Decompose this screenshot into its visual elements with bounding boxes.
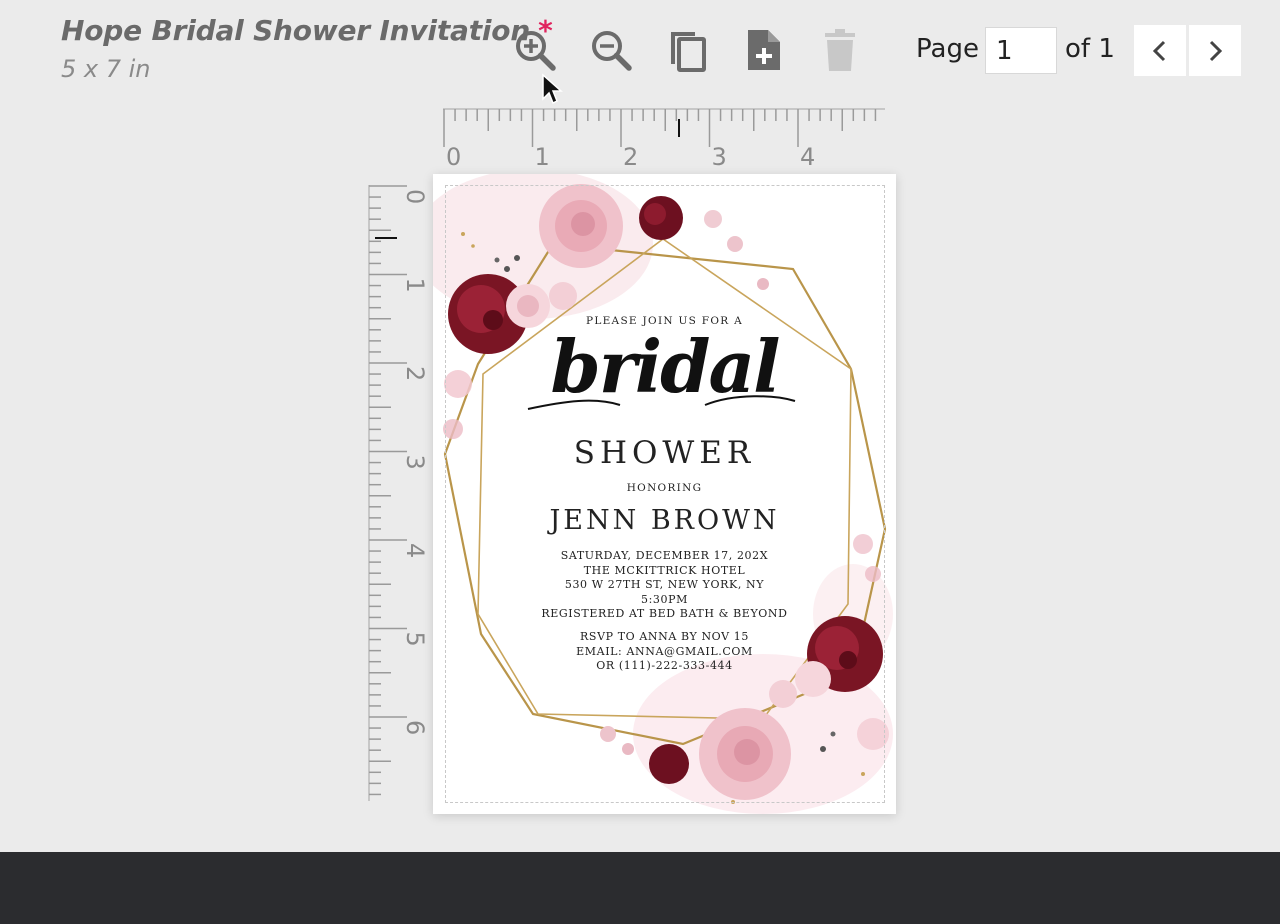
ruler-label: 4 [401, 543, 429, 558]
trash-icon [825, 29, 855, 71]
document-title: Hope Bridal Shower Invitation * [61, 14, 553, 47]
zoom-in-icon [516, 31, 556, 71]
event-registry: REGISTERED AT BED BATH & BEYOND [541, 607, 788, 620]
mouse-cursor-icon [542, 73, 563, 105]
event-time: 5:30PM [641, 592, 688, 606]
document-size: 5 x 7 in [61, 55, 151, 83]
ruler-label: 1 [401, 278, 429, 293]
honoree-name[interactable]: JENN BROWN [433, 505, 896, 536]
ruler-label: 2 [401, 366, 429, 381]
ruler-label: 3 [401, 455, 429, 470]
ruler-label: 1 [535, 143, 550, 171]
rsvp-email: EMAIL: ANNA@GMAIL.COM [576, 644, 753, 658]
next-page-button[interactable] [1189, 25, 1241, 76]
zoom-out-button[interactable] [587, 26, 635, 74]
duplicate-icon [671, 32, 706, 72]
invitation-honoring[interactable]: HONORING [433, 482, 896, 494]
ruler-label: 5 [401, 632, 429, 647]
vertical-ruler: 0 1 2 3 4 5 6 [367, 185, 433, 801]
add-page-button[interactable] [740, 26, 788, 74]
ruler-label: 0 [446, 143, 461, 171]
ruler-label: 0 [401, 189, 429, 204]
invitation-canvas[interactable]: PLEASE JOIN US FOR A bridal SHOWER HONOR… [433, 174, 896, 814]
rsvp-phone: OR (111)-222-333-444 [596, 659, 733, 672]
page-count: of 1 [1065, 34, 1115, 64]
document-title-text: Hope Bridal Shower Invitation [61, 14, 531, 47]
delete-page-button[interactable] [816, 26, 864, 74]
floral-artwork [433, 174, 893, 814]
chevron-left-icon [1152, 40, 1166, 61]
zoom-in-button[interactable] [511, 26, 559, 74]
event-date: SATURDAY, DECEMBER 17, 202X [560, 549, 769, 562]
bottom-panel [0, 852, 1280, 924]
zoom-out-icon [592, 31, 632, 71]
add-page-icon [748, 30, 780, 70]
event-address: 530 W 27TH ST, NEW YORK, NY [564, 578, 765, 591]
rsvp-deadline: RSVP TO ANNA BY NOV 15 [580, 630, 749, 643]
previous-page-button[interactable] [1134, 25, 1186, 76]
invitation-event[interactable]: SHOWER [433, 435, 896, 471]
ruler-label: 3 [712, 143, 727, 171]
horizontal-ruler: 0 1 2 3 4 [443, 107, 885, 173]
event-details[interactable]: SATURDAY, DECEMBER 17, 202X THE MCKITTRI… [433, 549, 896, 622]
ruler-label: 6 [401, 720, 429, 735]
duplicate-page-button[interactable] [663, 26, 711, 74]
ruler-label: 4 [800, 143, 815, 171]
chevron-right-icon [1209, 40, 1223, 61]
page-number-input[interactable] [985, 27, 1057, 74]
page-label: Page [916, 34, 979, 64]
event-venue: THE MCKITTRICK HOTEL [583, 563, 746, 577]
script-flourish [527, 395, 796, 410]
ruler-label: 2 [623, 143, 638, 171]
rsvp-details[interactable]: RSVP TO ANNA BY NOV 15 EMAIL: ANNA@GMAIL… [433, 630, 896, 674]
